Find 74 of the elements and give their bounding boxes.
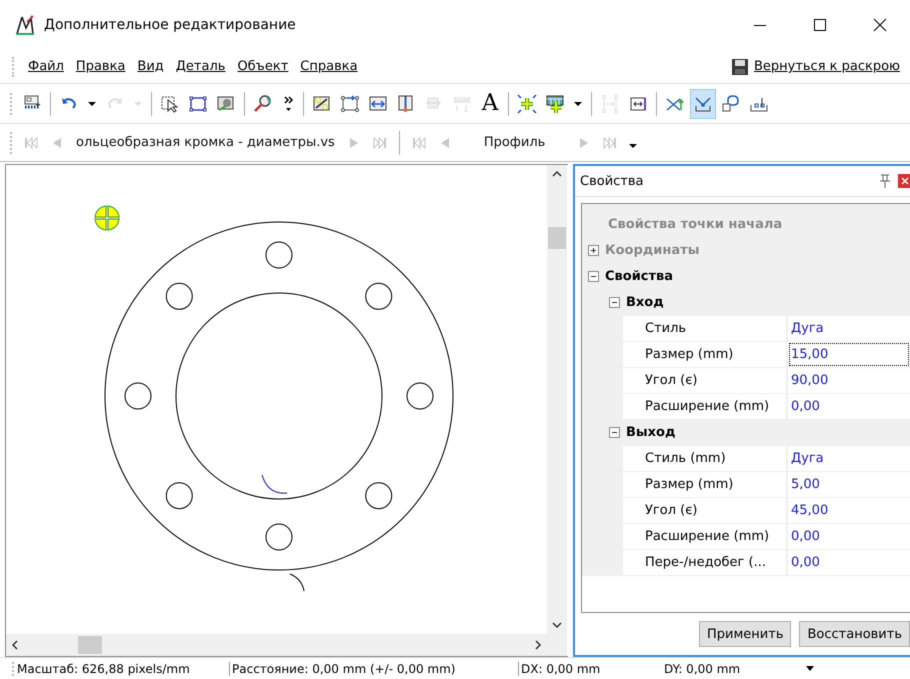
- menu-item[interactable]: Справка: [296, 57, 362, 76]
- property-name: Стиль: [623, 316, 786, 341]
- start-point-icon[interactable]: [94, 204, 120, 232]
- collapse-icon: [609, 427, 620, 438]
- select-cursor-icon: [160, 94, 180, 114]
- loop-icon: [721, 94, 741, 114]
- replace-icon: [368, 94, 388, 114]
- property-name: Расширение (mm): [623, 524, 786, 549]
- panel-title: Свойства: [580, 174, 644, 188]
- first-icon: [410, 134, 427, 150]
- caret-icon: [574, 102, 582, 106]
- panel-button[interactable]: Восстановить: [799, 621, 910, 647]
- scrollbar-thumb[interactable]: [78, 636, 102, 654]
- table-plus-icon: [545, 94, 565, 114]
- menu-item[interactable]: Файл: [24, 57, 68, 76]
- property-name: Стиль (mm): [623, 446, 786, 471]
- expand-icon: [588, 245, 599, 256]
- rectangle-icon: [188, 94, 208, 114]
- property-value[interactable]: 90,00: [788, 368, 910, 393]
- property-name: Угол (є): [623, 498, 786, 523]
- plus-arrows-icon: [517, 94, 537, 114]
- section-caption: Свойства точки начала: [607, 216, 784, 234]
- property-name: Размер (mm): [623, 472, 786, 497]
- first-icon: [23, 134, 39, 150]
- file-name-label: ольцеобразная кромка - диаметры.vs: [75, 135, 336, 150]
- collapse-icon: [588, 271, 599, 282]
- spacing-icon: [600, 94, 620, 114]
- property-name: Пере-/недобег (...: [623, 550, 786, 575]
- swap-icon: [216, 94, 236, 114]
- property-value[interactable]: 0,00: [788, 394, 910, 419]
- profile-label: Профиль: [482, 135, 546, 150]
- pin-icon[interactable]: [878, 173, 892, 189]
- menu-item[interactable]: Объект: [233, 57, 292, 76]
- property-name: Размер (mm): [623, 342, 786, 367]
- window-title: Дополнительное редактирование: [44, 17, 296, 33]
- app-logo-icon: [14, 14, 36, 36]
- group-toggle[interactable]: Свойства: [588, 269, 674, 284]
- collapse-icon: [609, 297, 620, 308]
- zoom-icon: [253, 94, 273, 114]
- panel-button[interactable]: Применить: [699, 621, 792, 647]
- return-button[interactable]: Вернуться к раскрою: [728, 56, 902, 78]
- caret-icon: [628, 143, 638, 149]
- group-toggle[interactable]: Выход: [609, 425, 676, 440]
- menu-item[interactable]: Деталь: [172, 57, 230, 76]
- vertical-scrollbar[interactable]: [547, 165, 567, 634]
- status-text: DX: 0,00 mm: [518, 662, 664, 676]
- property-value[interactable]: 0,00: [788, 524, 910, 549]
- scrollbar-thumb[interactable]: [548, 227, 566, 249]
- numbered-frame-icon: [312, 94, 332, 114]
- last-icon: [602, 134, 618, 150]
- property-value[interactable]: Дуга: [788, 446, 910, 471]
- property-value[interactable]: Дуга: [788, 316, 910, 341]
- close-icon[interactable]: [873, 18, 887, 32]
- menu-item[interactable]: Вид: [133, 57, 168, 76]
- floppy-icon: [730, 58, 749, 76]
- maximize-icon[interactable]: [813, 18, 827, 32]
- caret-icon[interactable]: [806, 666, 814, 671]
- property-value[interactable]: 15,00: [788, 342, 910, 367]
- toolbar-button[interactable]: [690, 88, 716, 118]
- status-text: Расстояние: 0,00 mm (+/- 0,00 mm): [229, 662, 518, 676]
- frame-arrow-icon: [340, 94, 360, 114]
- property-name: Расширение (mm): [623, 394, 786, 419]
- last-icon: [372, 134, 388, 150]
- text-tool-button[interactable]: A: [477, 88, 503, 118]
- status-text: DY: 0,00 mm: [664, 662, 742, 676]
- menu-item[interactable]: Правка: [72, 57, 130, 76]
- group-toggle[interactable]: Вход: [609, 295, 664, 310]
- property-name: Угол (є): [623, 368, 786, 393]
- property-value[interactable]: 45,00: [788, 498, 910, 523]
- property-value[interactable]: 0,00: [788, 550, 910, 575]
- status-text: Масштаб: 626,88 pixels/mm: [17, 662, 191, 676]
- horizontal-scrollbar[interactable]: [6, 634, 547, 656]
- caret-icon: [88, 102, 96, 106]
- property-value[interactable]: 5,00: [788, 472, 910, 497]
